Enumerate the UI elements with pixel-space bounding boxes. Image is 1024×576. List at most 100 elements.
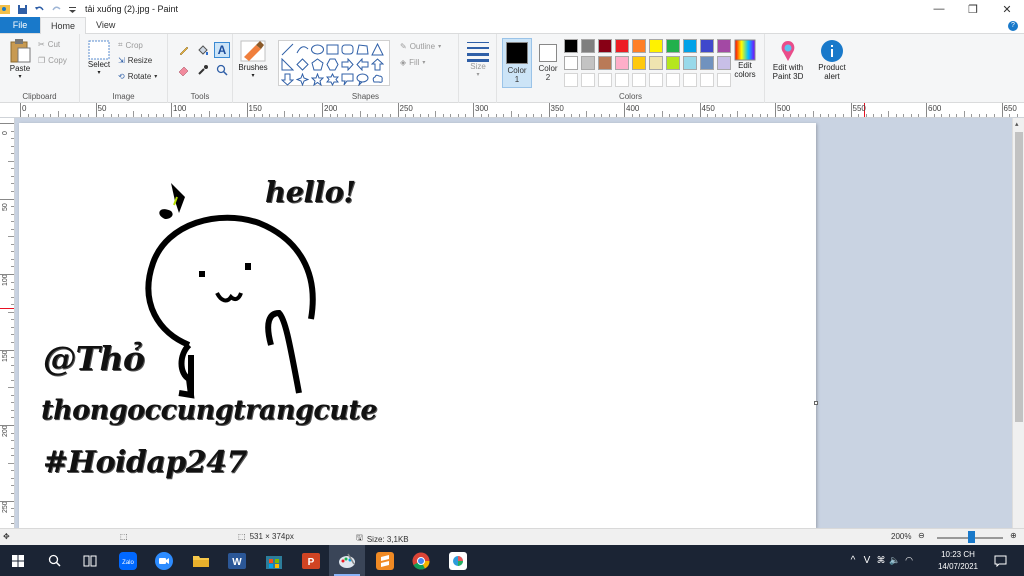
color1-button[interactable]: Color 1 bbox=[502, 38, 532, 88]
outline-button[interactable]: ✎ Outline ▾ bbox=[400, 42, 441, 51]
paste-button[interactable]: Paste ▾ bbox=[6, 38, 34, 82]
paint-app-button[interactable] bbox=[329, 545, 365, 576]
palette-swatch[interactable] bbox=[564, 56, 578, 70]
rotate-button[interactable]: ⟲ Rotate ▾ bbox=[118, 72, 157, 81]
right-triangle-shape-icon[interactable] bbox=[280, 57, 295, 72]
five-point-star-shape-icon[interactable] bbox=[310, 72, 325, 87]
palette-swatch[interactable] bbox=[717, 56, 731, 70]
palette-swatch[interactable] bbox=[666, 39, 680, 53]
size-button[interactable]: Size ▾ bbox=[463, 40, 493, 80]
line-shape-icon[interactable] bbox=[280, 42, 295, 57]
up-arrow-shape-icon[interactable] bbox=[370, 57, 385, 72]
zoom-out-button[interactable]: ⊖ bbox=[918, 531, 925, 540]
text-tool-icon[interactable]: A bbox=[214, 42, 230, 58]
palette-swatch[interactable] bbox=[581, 39, 595, 53]
polygon-shape-icon[interactable] bbox=[355, 42, 370, 57]
tab-home[interactable]: Home bbox=[40, 17, 87, 34]
palette-swatch[interactable] bbox=[615, 39, 629, 53]
volume-muted-icon[interactable]: 🔈 bbox=[888, 555, 902, 566]
powerpoint-app-button[interactable]: P bbox=[293, 545, 329, 576]
palette-swatch[interactable] bbox=[700, 56, 714, 70]
zoom-app-button[interactable] bbox=[146, 545, 182, 576]
copy-button[interactable]: ❐ Copy bbox=[38, 56, 67, 65]
pentagon-shape-icon[interactable] bbox=[310, 57, 325, 72]
custom-color-slot[interactable] bbox=[700, 73, 714, 87]
network-icon[interactable]: ◠ bbox=[902, 555, 916, 566]
palette-swatch[interactable] bbox=[632, 56, 646, 70]
custom-color-slot[interactable] bbox=[581, 73, 595, 87]
palette-swatch[interactable] bbox=[717, 39, 731, 53]
fill-bucket-icon[interactable] bbox=[195, 42, 211, 58]
chrome-app-button[interactable] bbox=[403, 545, 439, 576]
select-button[interactable]: Select ▾ bbox=[85, 40, 113, 78]
custom-color-slot[interactable] bbox=[649, 73, 663, 87]
color2-button[interactable]: Color 2 bbox=[534, 38, 562, 88]
edit-colors-button[interactable]: Edit colors bbox=[730, 39, 760, 79]
app-icon-button[interactable] bbox=[440, 545, 476, 576]
palette-swatch[interactable] bbox=[581, 56, 595, 70]
start-button[interactable] bbox=[0, 545, 36, 576]
taskbar-clock[interactable]: 10:23 CH 14/07/2021 bbox=[932, 549, 984, 573]
custom-color-slot[interactable] bbox=[564, 73, 578, 87]
triangle-shape-icon[interactable] bbox=[370, 42, 385, 57]
vertical-scrollbar[interactable]: ▴ bbox=[1012, 118, 1024, 528]
rounded-rectangle-shape-icon[interactable] bbox=[340, 42, 355, 57]
palette-swatch[interactable] bbox=[649, 39, 663, 53]
down-arrow-shape-icon[interactable] bbox=[280, 72, 295, 87]
undo-icon[interactable] bbox=[34, 4, 45, 15]
zalo-app-button[interactable]: Zalo bbox=[110, 545, 146, 576]
palette-swatch[interactable] bbox=[683, 56, 697, 70]
zoom-in-button[interactable]: ⊕ bbox=[1010, 531, 1017, 540]
help-icon[interactable]: ? bbox=[1008, 21, 1018, 31]
left-arrow-shape-icon[interactable] bbox=[355, 57, 370, 72]
curve-shape-icon[interactable] bbox=[295, 42, 310, 57]
color-picker-icon[interactable] bbox=[195, 62, 211, 78]
pencil-icon[interactable] bbox=[176, 42, 192, 58]
rectangle-shape-icon[interactable] bbox=[325, 42, 340, 57]
scrollbar-thumb[interactable] bbox=[1015, 132, 1023, 422]
palette-swatch[interactable] bbox=[598, 56, 612, 70]
palette-swatch[interactable] bbox=[700, 39, 714, 53]
six-point-star-shape-icon[interactable] bbox=[325, 72, 340, 87]
file-explorer-button[interactable] bbox=[183, 545, 219, 576]
cut-button[interactable]: ✂ Cut bbox=[38, 40, 60, 49]
search-button[interactable] bbox=[36, 545, 72, 576]
four-point-star-shape-icon[interactable] bbox=[295, 72, 310, 87]
custom-color-slot[interactable] bbox=[632, 73, 646, 87]
zoom-slider-thumb[interactable] bbox=[968, 531, 975, 543]
eraser-icon[interactable] bbox=[176, 62, 192, 78]
custom-color-slot[interactable] bbox=[598, 73, 612, 87]
callout-oval-shape-icon[interactable] bbox=[355, 72, 370, 87]
palette-swatch[interactable] bbox=[564, 39, 578, 53]
resize-button[interactable]: ⇲ Resize bbox=[118, 56, 152, 65]
show-hidden-icons-icon[interactable]: ^ bbox=[846, 555, 860, 566]
notifications-button[interactable] bbox=[988, 545, 1012, 576]
maximize-button[interactable]: ❐ bbox=[956, 0, 990, 18]
ime-icon[interactable]: ⌘ bbox=[874, 555, 888, 566]
fill-button[interactable]: ◈ Fill ▾ bbox=[400, 58, 425, 67]
save-icon[interactable] bbox=[17, 4, 28, 15]
close-button[interactable]: ✕ bbox=[990, 0, 1024, 18]
callout-rect-shape-icon[interactable] bbox=[340, 72, 355, 87]
custom-color-slot[interactable] bbox=[717, 73, 731, 87]
redo-icon[interactable] bbox=[51, 4, 62, 15]
scroll-up-icon[interactable]: ▴ bbox=[1015, 120, 1019, 128]
sublime-app-button[interactable] bbox=[367, 545, 403, 576]
product-alert-button[interactable]: Product alert bbox=[814, 39, 850, 81]
callout-cloud-shape-icon[interactable] bbox=[370, 72, 385, 87]
palette-swatch[interactable] bbox=[615, 56, 629, 70]
word-app-button[interactable]: W bbox=[219, 545, 255, 576]
palette-swatch[interactable] bbox=[649, 56, 663, 70]
palette-swatch[interactable] bbox=[632, 39, 646, 53]
palette-swatch[interactable] bbox=[598, 39, 612, 53]
palette-swatch[interactable] bbox=[683, 39, 697, 53]
tab-view[interactable]: View bbox=[86, 17, 125, 33]
brushes-button[interactable]: Brushes ▾ bbox=[235, 39, 271, 81]
edit-with-paint3d-button[interactable]: Edit with Paint 3D bbox=[767, 39, 809, 81]
drawing-canvas[interactable]: hello! @Thỏ thongoccungtrangcute #Hoidap… bbox=[19, 123, 818, 528]
custom-color-slot[interactable] bbox=[683, 73, 697, 87]
customize-toolbar-icon[interactable] bbox=[68, 4, 79, 15]
magnifier-icon[interactable] bbox=[214, 62, 230, 78]
custom-color-slot[interactable] bbox=[666, 73, 680, 87]
task-view-button[interactable] bbox=[72, 545, 108, 576]
